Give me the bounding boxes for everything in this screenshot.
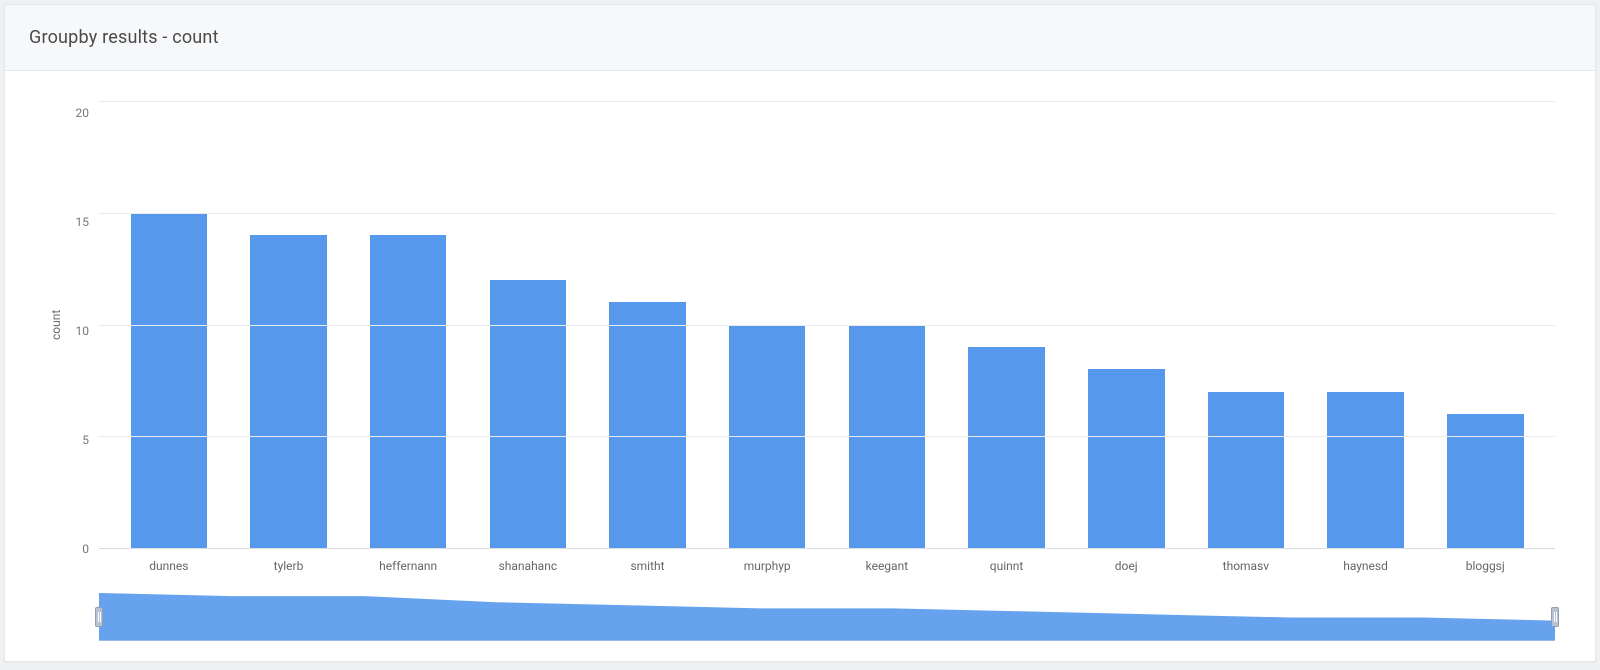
bar-shanahanc[interactable] [490,280,567,548]
bar-smitht[interactable] [609,302,686,548]
x-tick: haynesd [1306,559,1426,573]
x-tick: dunnes [109,559,229,573]
plot-row: count 20151050 [45,101,1555,549]
gridline [99,325,1555,326]
range-brush[interactable] [99,593,1555,641]
gridline [99,436,1555,437]
gridline [99,213,1555,214]
brush-handle-right[interactable] [1551,607,1559,627]
y-tick: 5 [82,434,89,446]
plot-area[interactable] [99,101,1555,549]
y-axis-ticks: 20151050 [63,101,99,549]
chart-body: count 20 15 10 5 0 dunnestylerbheffernannsha… [5,71,1595,661]
x-tick: murphyp [707,559,827,573]
x-axis: dunnestylerbheffernannshanahancsmithtmur… [99,549,1555,573]
chart-panel: Groupby results - count count 20 15 10 5 0 d… [4,4,1596,662]
gridline [99,101,1555,102]
bar-heffernann[interactable] [370,235,447,548]
y-tick: 10 [76,325,90,337]
brush-area-path [99,593,1555,641]
bar-tylerb[interactable] [250,235,327,548]
brush-handle-left[interactable] [95,607,103,627]
panel-title: Groupby results - count [5,5,1595,71]
x-tick: thomasv [1186,559,1306,573]
x-axis-ticks: dunnestylerbheffernannshanahancsmithtmur… [99,549,1555,573]
x-tick: tylerb [229,559,349,573]
bar-quinnt[interactable] [968,347,1045,548]
x-tick: smitht [588,559,708,573]
x-tick: heffernann [348,559,468,573]
x-tick: quinnt [947,559,1067,573]
bar-haynesd[interactable] [1327,392,1404,548]
y-tick: 0 [82,543,89,555]
x-tick: keegant [827,559,947,573]
bar-dunnes[interactable] [131,213,208,548]
x-tick: shanahanc [468,559,588,573]
y-tick: 20 [76,107,90,119]
y-axis-label: count [45,101,63,549]
x-tick: doej [1066,559,1186,573]
bar-thomasv[interactable] [1208,392,1285,548]
x-tick: bloggsj [1425,559,1545,573]
brush-overview-area[interactable] [99,593,1555,641]
y-tick: 15 [76,216,90,228]
bar-doej[interactable] [1088,369,1165,548]
bar-bloggsj[interactable] [1447,414,1524,548]
